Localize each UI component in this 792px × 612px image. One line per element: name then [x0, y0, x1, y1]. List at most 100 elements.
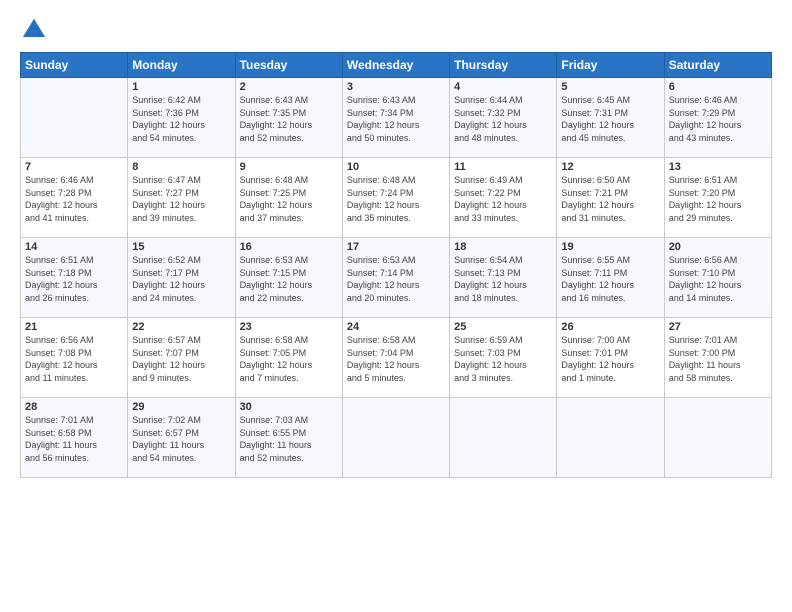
- day-info: Sunrise: 6:58 AM Sunset: 7:05 PM Dayligh…: [240, 334, 338, 384]
- day-number: 17: [347, 241, 445, 253]
- day-cell: 17Sunrise: 6:53 AM Sunset: 7:14 PM Dayli…: [342, 238, 449, 318]
- day-number: 24: [347, 321, 445, 333]
- day-number: 30: [240, 401, 338, 413]
- logo-area: [20, 16, 52, 44]
- day-number: 26: [561, 321, 659, 333]
- day-info: Sunrise: 7:02 AM Sunset: 6:57 PM Dayligh…: [132, 414, 230, 464]
- day-cell: 30Sunrise: 7:03 AM Sunset: 6:55 PM Dayli…: [235, 398, 342, 478]
- day-info: Sunrise: 6:55 AM Sunset: 7:11 PM Dayligh…: [561, 254, 659, 304]
- day-cell: 9Sunrise: 6:48 AM Sunset: 7:25 PM Daylig…: [235, 158, 342, 238]
- day-number: 14: [25, 241, 123, 253]
- day-number: 27: [669, 321, 767, 333]
- week-row-4: 21Sunrise: 6:56 AM Sunset: 7:08 PM Dayli…: [21, 318, 772, 398]
- weekday-header-wednesday: Wednesday: [342, 53, 449, 78]
- day-cell: 2Sunrise: 6:43 AM Sunset: 7:35 PM Daylig…: [235, 78, 342, 158]
- day-cell: 28Sunrise: 7:01 AM Sunset: 6:58 PM Dayli…: [21, 398, 128, 478]
- day-info: Sunrise: 6:43 AM Sunset: 7:34 PM Dayligh…: [347, 94, 445, 144]
- day-info: Sunrise: 6:46 AM Sunset: 7:29 PM Dayligh…: [669, 94, 767, 144]
- day-info: Sunrise: 6:56 AM Sunset: 7:10 PM Dayligh…: [669, 254, 767, 304]
- week-row-1: 1Sunrise: 6:42 AM Sunset: 7:36 PM Daylig…: [21, 78, 772, 158]
- day-number: 7: [25, 161, 123, 173]
- day-number: 22: [132, 321, 230, 333]
- weekday-header-thursday: Thursday: [450, 53, 557, 78]
- day-info: Sunrise: 6:44 AM Sunset: 7:32 PM Dayligh…: [454, 94, 552, 144]
- day-number: 4: [454, 81, 552, 93]
- day-cell: [557, 398, 664, 478]
- weekday-header-friday: Friday: [557, 53, 664, 78]
- day-cell: 21Sunrise: 6:56 AM Sunset: 7:08 PM Dayli…: [21, 318, 128, 398]
- day-cell: 14Sunrise: 6:51 AM Sunset: 7:18 PM Dayli…: [21, 238, 128, 318]
- day-cell: 23Sunrise: 6:58 AM Sunset: 7:05 PM Dayli…: [235, 318, 342, 398]
- day-cell: 13Sunrise: 6:51 AM Sunset: 7:20 PM Dayli…: [664, 158, 771, 238]
- day-number: 13: [669, 161, 767, 173]
- weekday-header-tuesday: Tuesday: [235, 53, 342, 78]
- day-cell: 27Sunrise: 7:01 AM Sunset: 7:00 PM Dayli…: [664, 318, 771, 398]
- day-cell: 22Sunrise: 6:57 AM Sunset: 7:07 PM Dayli…: [128, 318, 235, 398]
- day-info: Sunrise: 6:42 AM Sunset: 7:36 PM Dayligh…: [132, 94, 230, 144]
- day-number: 11: [454, 161, 552, 173]
- day-cell: 3Sunrise: 6:43 AM Sunset: 7:34 PM Daylig…: [342, 78, 449, 158]
- day-info: Sunrise: 6:48 AM Sunset: 7:24 PM Dayligh…: [347, 174, 445, 224]
- day-cell: 5Sunrise: 6:45 AM Sunset: 7:31 PM Daylig…: [557, 78, 664, 158]
- week-row-5: 28Sunrise: 7:01 AM Sunset: 6:58 PM Dayli…: [21, 398, 772, 478]
- day-info: Sunrise: 6:46 AM Sunset: 7:28 PM Dayligh…: [25, 174, 123, 224]
- day-cell: 6Sunrise: 6:46 AM Sunset: 7:29 PM Daylig…: [664, 78, 771, 158]
- page: SundayMondayTuesdayWednesdayThursdayFrid…: [0, 0, 792, 612]
- day-info: Sunrise: 7:01 AM Sunset: 7:00 PM Dayligh…: [669, 334, 767, 384]
- logo-icon: [20, 16, 48, 44]
- day-info: Sunrise: 6:43 AM Sunset: 7:35 PM Dayligh…: [240, 94, 338, 144]
- day-info: Sunrise: 6:45 AM Sunset: 7:31 PM Dayligh…: [561, 94, 659, 144]
- day-number: 23: [240, 321, 338, 333]
- day-info: Sunrise: 6:53 AM Sunset: 7:14 PM Dayligh…: [347, 254, 445, 304]
- day-cell: 8Sunrise: 6:47 AM Sunset: 7:27 PM Daylig…: [128, 158, 235, 238]
- day-number: 18: [454, 241, 552, 253]
- day-number: 19: [561, 241, 659, 253]
- day-number: 12: [561, 161, 659, 173]
- day-cell: [664, 398, 771, 478]
- day-cell: 26Sunrise: 7:00 AM Sunset: 7:01 PM Dayli…: [557, 318, 664, 398]
- day-cell: 18Sunrise: 6:54 AM Sunset: 7:13 PM Dayli…: [450, 238, 557, 318]
- day-number: 8: [132, 161, 230, 173]
- day-cell: 24Sunrise: 6:58 AM Sunset: 7:04 PM Dayli…: [342, 318, 449, 398]
- day-number: 29: [132, 401, 230, 413]
- day-cell: [342, 398, 449, 478]
- day-number: 16: [240, 241, 338, 253]
- day-cell: 25Sunrise: 6:59 AM Sunset: 7:03 PM Dayli…: [450, 318, 557, 398]
- day-info: Sunrise: 6:56 AM Sunset: 7:08 PM Dayligh…: [25, 334, 123, 384]
- day-cell: 7Sunrise: 6:46 AM Sunset: 7:28 PM Daylig…: [21, 158, 128, 238]
- day-cell: 15Sunrise: 6:52 AM Sunset: 7:17 PM Dayli…: [128, 238, 235, 318]
- day-number: 2: [240, 81, 338, 93]
- day-info: Sunrise: 6:54 AM Sunset: 7:13 PM Dayligh…: [454, 254, 552, 304]
- day-info: Sunrise: 6:50 AM Sunset: 7:21 PM Dayligh…: [561, 174, 659, 224]
- day-number: 20: [669, 241, 767, 253]
- week-row-3: 14Sunrise: 6:51 AM Sunset: 7:18 PM Dayli…: [21, 238, 772, 318]
- weekday-header-row: SundayMondayTuesdayWednesdayThursdayFrid…: [21, 53, 772, 78]
- day-info: Sunrise: 6:48 AM Sunset: 7:25 PM Dayligh…: [240, 174, 338, 224]
- weekday-header-sunday: Sunday: [21, 53, 128, 78]
- day-number: 21: [25, 321, 123, 333]
- day-cell: [450, 398, 557, 478]
- header: [20, 16, 772, 44]
- day-info: Sunrise: 6:49 AM Sunset: 7:22 PM Dayligh…: [454, 174, 552, 224]
- day-number: 5: [561, 81, 659, 93]
- day-number: 15: [132, 241, 230, 253]
- day-cell: 16Sunrise: 6:53 AM Sunset: 7:15 PM Dayli…: [235, 238, 342, 318]
- day-info: Sunrise: 6:53 AM Sunset: 7:15 PM Dayligh…: [240, 254, 338, 304]
- day-cell: 4Sunrise: 6:44 AM Sunset: 7:32 PM Daylig…: [450, 78, 557, 158]
- weekday-header-monday: Monday: [128, 53, 235, 78]
- calendar: SundayMondayTuesdayWednesdayThursdayFrid…: [20, 52, 772, 478]
- day-number: 3: [347, 81, 445, 93]
- day-cell: 20Sunrise: 6:56 AM Sunset: 7:10 PM Dayli…: [664, 238, 771, 318]
- day-info: Sunrise: 6:47 AM Sunset: 7:27 PM Dayligh…: [132, 174, 230, 224]
- day-info: Sunrise: 6:57 AM Sunset: 7:07 PM Dayligh…: [132, 334, 230, 384]
- day-cell: 29Sunrise: 7:02 AM Sunset: 6:57 PM Dayli…: [128, 398, 235, 478]
- day-cell: 12Sunrise: 6:50 AM Sunset: 7:21 PM Dayli…: [557, 158, 664, 238]
- day-info: Sunrise: 7:03 AM Sunset: 6:55 PM Dayligh…: [240, 414, 338, 464]
- day-info: Sunrise: 6:58 AM Sunset: 7:04 PM Dayligh…: [347, 334, 445, 384]
- day-cell: 10Sunrise: 6:48 AM Sunset: 7:24 PM Dayli…: [342, 158, 449, 238]
- day-number: 28: [25, 401, 123, 413]
- day-number: 6: [669, 81, 767, 93]
- day-cell: 19Sunrise: 6:55 AM Sunset: 7:11 PM Dayli…: [557, 238, 664, 318]
- day-number: 25: [454, 321, 552, 333]
- day-cell: 11Sunrise: 6:49 AM Sunset: 7:22 PM Dayli…: [450, 158, 557, 238]
